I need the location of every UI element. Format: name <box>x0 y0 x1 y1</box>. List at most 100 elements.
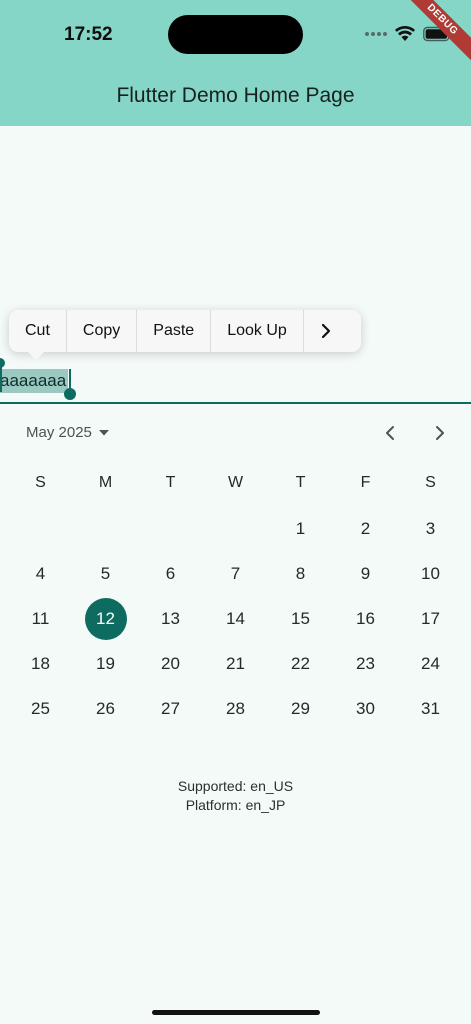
input-underline <box>0 402 471 404</box>
calendar-day[interactable]: 9 <box>333 551 398 596</box>
calendar-day[interactable]: 7 <box>203 551 268 596</box>
calendar-day[interactable]: 28 <box>203 686 268 731</box>
calendar-day-number: 20 <box>161 653 180 673</box>
calendar-day-number: 13 <box>161 608 180 628</box>
calendar-day[interactable]: 25 <box>8 686 73 731</box>
calendar-day[interactable]: 20 <box>138 641 203 686</box>
calendar-day-number: 4 <box>35 563 46 583</box>
calendar-blank-cell <box>203 506 268 551</box>
calendar-day[interactable]: 29 <box>268 686 333 731</box>
calendar-day-number: 26 <box>96 698 115 718</box>
supported-locale-text: Supported: en_US <box>177 778 294 794</box>
calendar-day-number: 9 <box>360 563 371 583</box>
calendar-day[interactable]: 3 <box>398 506 463 551</box>
status-time: 17:52 <box>64 24 113 45</box>
calendar-day[interactable]: 13 <box>138 596 203 641</box>
calendar-day-number: 30 <box>356 698 375 718</box>
page-title: Flutter Demo Home Page <box>116 84 355 107</box>
calendar-day-selected[interactable]: 12 <box>73 596 138 641</box>
calendar-day-number: 31 <box>421 698 440 718</box>
calendar-day-number: 19 <box>96 653 115 673</box>
weekday-label: S <box>35 474 46 491</box>
locale-info: Supported: en_US Platform: en_JP <box>0 777 471 815</box>
caret-down-icon <box>98 429 109 435</box>
calendar-header: May 2025 <box>0 420 471 446</box>
calendar-day-number: 18 <box>31 653 50 673</box>
selected-text[interactable]: aaaaaaa <box>0 369 69 393</box>
platform-locale-text: Platform: en_JP <box>185 797 286 813</box>
calendar-day[interactable]: 5 <box>73 551 138 596</box>
calendar-blank-cell <box>8 506 73 551</box>
calendar-day-number: 15 <box>291 608 310 628</box>
month-year-selector[interactable]: May 2025 <box>26 424 110 441</box>
weekday-label: W <box>227 474 244 491</box>
calendar-day[interactable]: 31 <box>398 686 463 731</box>
calendar-day[interactable]: 8 <box>268 551 333 596</box>
calendar-day[interactable]: 16 <box>333 596 398 641</box>
dynamic-island <box>168 15 303 54</box>
paste-button[interactable]: Paste <box>137 310 212 352</box>
chevron-left-icon <box>386 426 394 440</box>
calendar-day[interactable]: 24 <box>398 641 463 686</box>
calendar-day-number: 29 <box>291 698 310 718</box>
calendar-day[interactable]: 30 <box>333 686 398 731</box>
selection-start-caret <box>0 366 2 392</box>
calendar-day-number: 14 <box>226 608 245 628</box>
calendar-day[interactable]: 17 <box>398 596 463 641</box>
calendar-day[interactable]: 23 <box>333 641 398 686</box>
calendar-day-number: 21 <box>226 653 245 673</box>
calendar-day[interactable]: 19 <box>73 641 138 686</box>
calendar-day-number: 24 <box>421 653 440 673</box>
selection-end-handle[interactable] <box>64 388 76 400</box>
calendar-day-number: 27 <box>161 698 180 718</box>
look-up-button[interactable]: Look Up <box>211 310 304 352</box>
chevron-right-icon <box>321 323 330 339</box>
toolbar-pointer <box>28 352 44 360</box>
calendar-day-number: 5 <box>100 563 111 583</box>
calendar-day[interactable]: 18 <box>8 641 73 686</box>
calendar-day-number: 28 <box>226 698 245 718</box>
calendar-blank-cell <box>138 506 203 551</box>
calendar-day-number: 22 <box>291 653 310 673</box>
calendar-day[interactable]: 21 <box>203 641 268 686</box>
next-month-button[interactable] <box>430 422 450 444</box>
calendar-day-number: 8 <box>295 563 306 583</box>
calendar-blank-cell <box>73 506 138 551</box>
calendar-day-number: 16 <box>356 608 375 628</box>
calendar-day-number: 1 <box>295 518 306 538</box>
calendar-day-number: 6 <box>165 563 176 583</box>
calendar-day[interactable]: 2 <box>333 506 398 551</box>
wifi-icon <box>395 26 415 41</box>
calendar-day[interactable]: 10 <box>398 551 463 596</box>
calendar-day-number: 7 <box>230 563 241 583</box>
calendar-day-number: 10 <box>421 563 440 583</box>
calendar-day[interactable]: 27 <box>138 686 203 731</box>
home-indicator[interactable] <box>152 1010 320 1015</box>
weekday-label: M <box>98 474 113 491</box>
weekday-label: T <box>295 474 306 491</box>
calendar-day-number: 2 <box>360 518 371 538</box>
calendar-day[interactable]: 14 <box>203 596 268 641</box>
copy-button[interactable]: Copy <box>67 310 138 352</box>
calendar-day[interactable]: 4 <box>8 551 73 596</box>
selection-end-caret <box>69 369 71 389</box>
weekday-row: S M T W T F S <box>8 474 463 492</box>
calendar-day[interactable]: 1 <box>268 506 333 551</box>
calendar-day-number: 25 <box>31 698 50 718</box>
weekday-label: S <box>425 474 436 491</box>
calendar-day[interactable]: 15 <box>268 596 333 641</box>
calendar-day[interactable]: 6 <box>138 551 203 596</box>
previous-month-button[interactable] <box>380 422 400 444</box>
calendar-day-number: 17 <box>421 608 440 628</box>
calendar-day-number: 12 <box>84 597 127 640</box>
calendar-day[interactable]: 22 <box>268 641 333 686</box>
calendar-day[interactable]: 11 <box>8 596 73 641</box>
cellular-signal-icon <box>365 32 387 36</box>
calendar-day[interactable]: 26 <box>73 686 138 731</box>
calendar-day-number: 23 <box>356 653 375 673</box>
calendar-day-number: 3 <box>425 518 436 538</box>
text-selection-toolbar: Cut Copy Paste Look Up <box>9 310 361 352</box>
weekday-label: T <box>165 474 176 491</box>
toolbar-more-button[interactable] <box>304 310 348 352</box>
cut-button[interactable]: Cut <box>9 310 67 352</box>
